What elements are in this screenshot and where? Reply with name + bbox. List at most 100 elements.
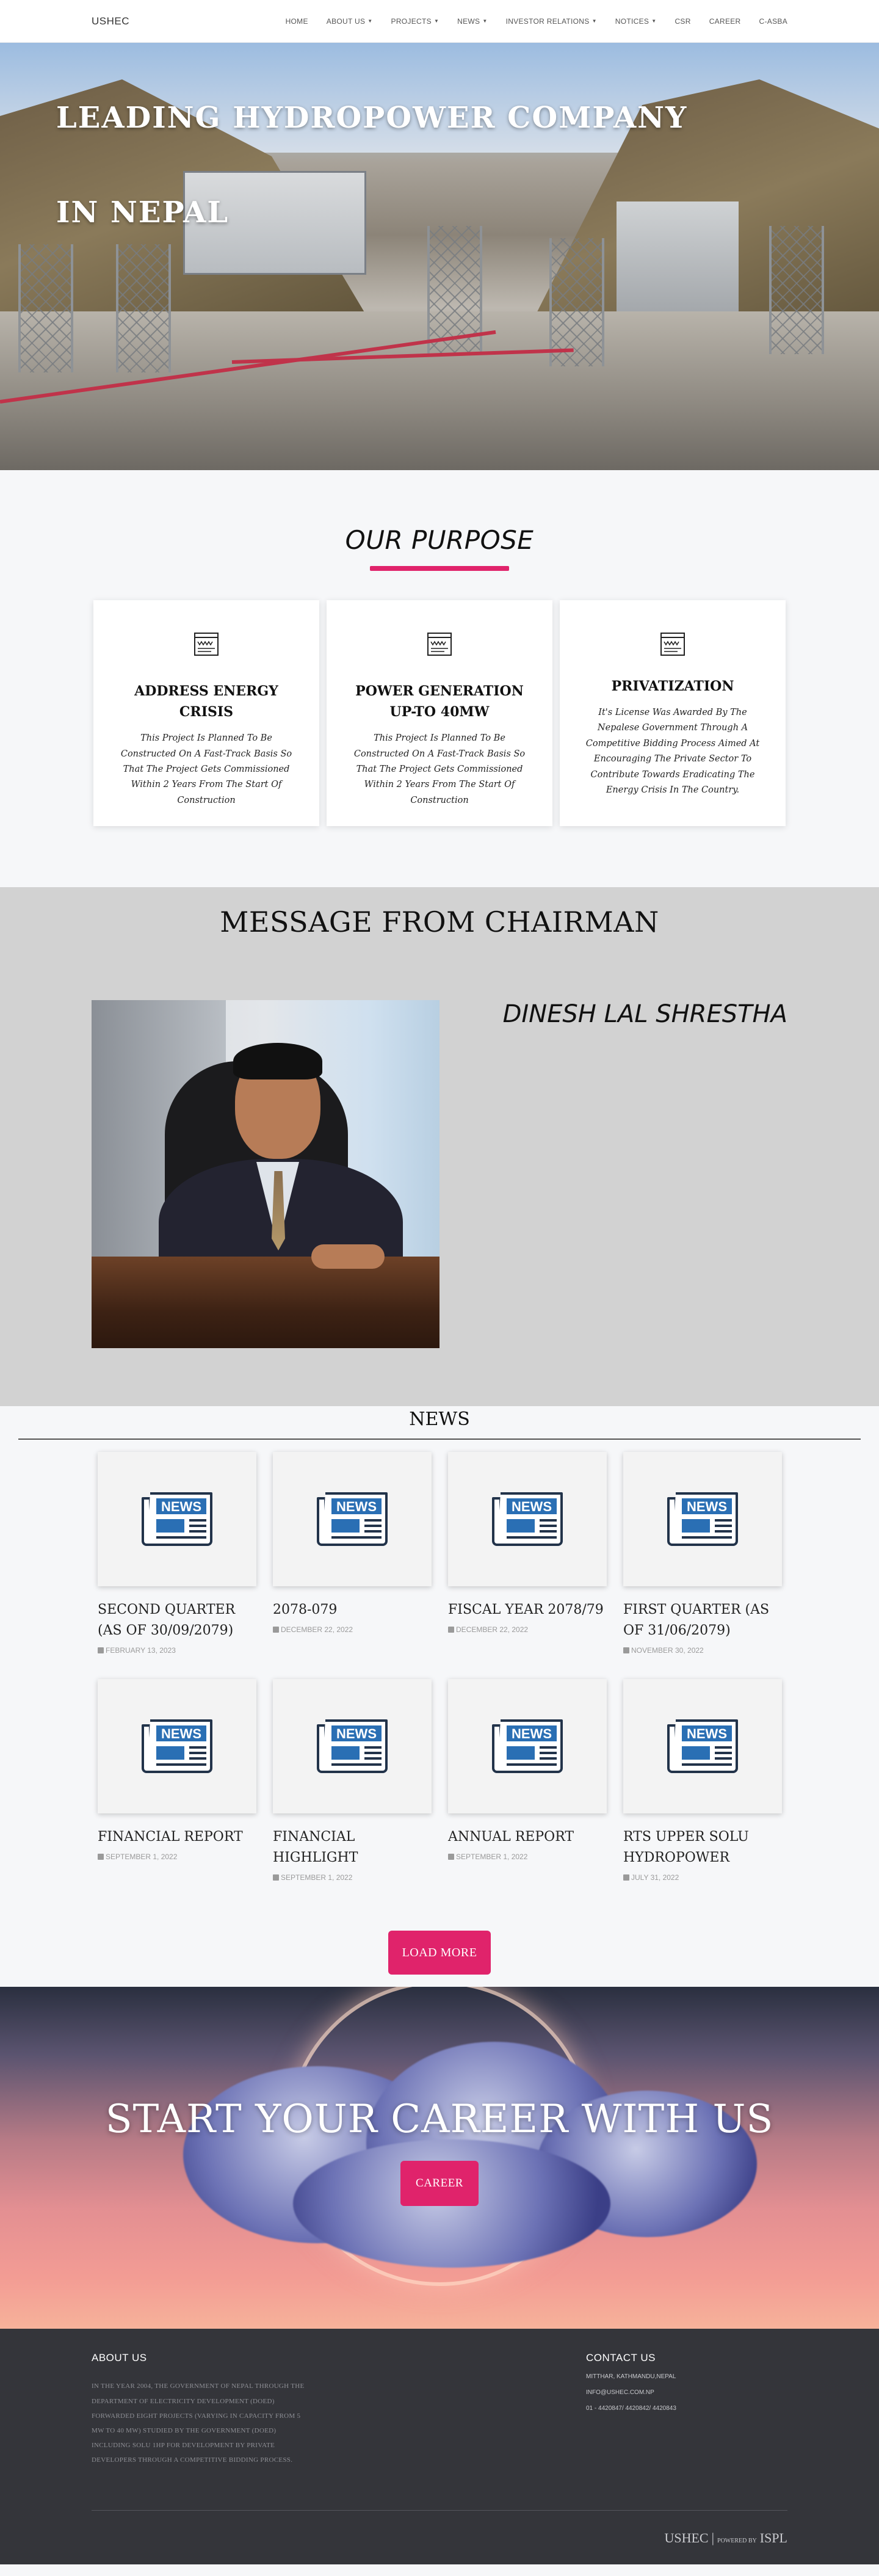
news-date: SEPTEMBER 1, 2022 — [98, 1852, 256, 1861]
calendar-icon — [623, 1874, 629, 1881]
career-button-wrap: CAREER — [0, 2161, 879, 2207]
hero-heading-line2: IN NEPAL — [56, 195, 230, 230]
news-icon: NEWS — [492, 1492, 563, 1546]
calendar-icon — [98, 1647, 104, 1654]
footer-contact-title: CONTACT US — [586, 2352, 656, 2364]
footer-contact: CONTACT US MITTHAR, KATHMANDU,NEPAL INFO… — [586, 2352, 676, 2412]
brand-logo[interactable]: USHEC — [92, 15, 129, 27]
news-icon: NEWS — [492, 1719, 563, 1774]
caret-down-icon: ▼ — [433, 18, 440, 24]
news-card[interactable]: NEWS FINANCIAL REPORT SEPTEMBER 1, 2022 — [98, 1679, 256, 1882]
calendar-icon — [448, 1854, 454, 1860]
purpose-card-text: This Project Is Planned To Be Constructe… — [353, 733, 526, 805]
nav-item-label: CSR — [675, 16, 691, 26]
news-icon: NEWS — [142, 1719, 212, 1774]
purpose-card: POWER GENERATION UP-TO 40MW This Project … — [327, 600, 552, 826]
career-button[interactable]: CAREER — [400, 2161, 479, 2207]
news-title-link[interactable]: FISCAL YEAR 2078/79 — [448, 1600, 607, 1620]
news-date-text: DECEMBER 22, 2022 — [281, 1625, 353, 1634]
nav-item[interactable]: CAREER — [709, 17, 741, 26]
news-title-link[interactable]: FINANCIAL REPORT — [98, 1827, 256, 1848]
calendar-icon — [98, 1854, 104, 1860]
news-thumbnail[interactable]: NEWS — [98, 1452, 256, 1586]
news-title-link[interactable]: RTS UPPER SOLU HYDROPOWER — [623, 1827, 782, 1868]
purpose-section: OUR PURPOSE ADDRESS ENERGY CRISIS This Pr… — [0, 470, 879, 887]
hero-tower — [18, 244, 73, 372]
nav-item-label: NEWS — [457, 16, 480, 26]
news-icon: NEWS — [667, 1492, 738, 1546]
main-nav: HOME ABOUT US ▼ PROJECTS ▼ NEWS ▼ INVESTOR RELA… — [286, 17, 787, 26]
news-card[interactable]: NEWS FINANCIAL HIGHLIGHT SEPTEMBER 1, 2022 — [273, 1679, 432, 1882]
nav-item-label: NOTICES — [615, 16, 649, 26]
news-card[interactable]: NEWS FIRST QUARTER (AS OF 31/06/2079) NOVE… — [623, 1452, 782, 1655]
nav-item[interactable]: C-ASBA — [759, 17, 787, 26]
nav-item[interactable]: NOTICES ▼ — [615, 17, 657, 26]
news-card[interactable]: NEWS 2078-079 DECEMBER 22, 2022 — [273, 1452, 432, 1655]
footer-separator: | — [711, 2530, 715, 2546]
document-icon — [193, 631, 220, 658]
news-thumbnail[interactable]: NEWS — [273, 1452, 432, 1586]
nav-item[interactable]: NEWS ▼ — [457, 17, 487, 26]
news-icon: NEWS — [667, 1719, 738, 1774]
news-title-link[interactable]: 2078-079 — [273, 1600, 432, 1620]
site-footer: ABOUT US IN THE YEAR 2004, THE GOVERNMEN… — [0, 2329, 879, 2565]
nav-item-label: C-ASBA — [759, 16, 787, 26]
purpose-title: OUR PURPOSE — [345, 525, 534, 555]
photo-desk — [92, 1257, 440, 1348]
news-date-text: SEPTEMBER 1, 2022 — [456, 1852, 528, 1862]
news-date-text: DECEMBER 22, 2022 — [456, 1625, 529, 1634]
powered-by-brand[interactable]: ISPL — [760, 2530, 787, 2546]
document-icon — [426, 631, 453, 658]
nav-item[interactable]: HOME — [286, 17, 308, 26]
nav-item-label: ABOUT US — [326, 16, 366, 26]
news-icon: NEWS — [142, 1492, 212, 1546]
purpose-card: PRIVATIZATION It's License Was Awarded By… — [560, 600, 786, 826]
news-divider — [18, 1439, 861, 1440]
news-icon-label: NEWS — [336, 1726, 377, 1741]
news-date: NOVEMBER 30, 2022 — [623, 1646, 782, 1655]
news-icon-label: NEWS — [512, 1726, 552, 1741]
news-thumbnail[interactable]: NEWS — [98, 1679, 256, 1814]
news-thumbnail[interactable]: NEWS — [623, 1452, 782, 1586]
footer-copyright: USHEC | POWERED BY ISPL — [664, 2530, 787, 2546]
hero-tower — [116, 244, 171, 372]
news-card[interactable]: NEWS RTS UPPER SOLU HYDROPOWER JULY 31, 20… — [623, 1679, 782, 1882]
photo-hair — [233, 1043, 322, 1079]
nav-item[interactable]: INVESTOR RELATIONS ▼ — [506, 17, 597, 26]
news-icon-label: NEWS — [687, 1726, 727, 1741]
load-more-button[interactable]: LOAD MORE — [388, 1931, 491, 1975]
caret-down-icon: ▼ — [367, 18, 373, 24]
footer-brand[interactable]: USHEC — [664, 2530, 708, 2546]
news-date-text: NOVEMBER 30, 2022 — [631, 1646, 704, 1655]
news-card[interactable]: NEWS SECOND QUARTER (AS OF 30/09/2079) FEB… — [98, 1452, 256, 1655]
news-thumbnail[interactable]: NEWS — [623, 1679, 782, 1814]
hero-building-right — [617, 201, 739, 324]
news-card[interactable]: NEWS FISCAL YEAR 2078/79 DECEMBER 22, 2022 — [448, 1452, 607, 1655]
purpose-card-text: This Project Is Planned To Be Constructe… — [120, 733, 292, 805]
footer-divider — [92, 2510, 787, 2511]
news-thumbnail[interactable]: NEWS — [448, 1679, 607, 1814]
news-title: NEWS — [409, 1409, 470, 1430]
news-thumbnail[interactable]: NEWS — [273, 1679, 432, 1814]
news-thumbnail[interactable]: NEWS — [448, 1452, 607, 1586]
hero-tower — [769, 226, 824, 354]
footer-email[interactable]: INFO@USHEC.COM.NP — [586, 2389, 676, 2396]
calendar-icon — [623, 1647, 629, 1654]
purpose-card-title: PRIVATIZATION — [611, 678, 734, 694]
nav-item[interactable]: PROJECTS ▼ — [391, 17, 440, 26]
calendar-icon — [273, 1627, 279, 1633]
chairman-name: DINESH LAL SHRESTHA — [502, 1000, 787, 1028]
news-grid: NEWS SECOND QUARTER (AS OF 30/09/2079) FEB… — [98, 1452, 782, 1882]
news-title-link[interactable]: SECOND QUARTER (AS OF 30/09/2079) — [98, 1600, 256, 1641]
news-title-link[interactable]: FINANCIAL HIGHLIGHT — [273, 1827, 432, 1868]
news-title-link[interactable]: FIRST QUARTER (AS OF 31/06/2079) — [623, 1600, 782, 1641]
calendar-icon — [448, 1627, 454, 1633]
news-title-link[interactable]: ANNUAL REPORT — [448, 1827, 607, 1848]
news-card[interactable]: NEWS ANNUAL REPORT SEPTEMBER 1, 2022 — [448, 1679, 607, 1882]
nav-item[interactable]: ABOUT US ▼ — [327, 17, 373, 26]
purpose-card-text: It's License Was Awarded By The Nepalese… — [585, 708, 760, 795]
news-section: NEWS NEWS SECOND QUARTER (AS OF 30/09/207… — [0, 1406, 879, 1987]
caret-down-icon: ▼ — [651, 18, 657, 24]
news-date-text: SEPTEMBER 1, 2022 — [106, 1852, 178, 1862]
nav-item[interactable]: CSR — [675, 17, 690, 26]
